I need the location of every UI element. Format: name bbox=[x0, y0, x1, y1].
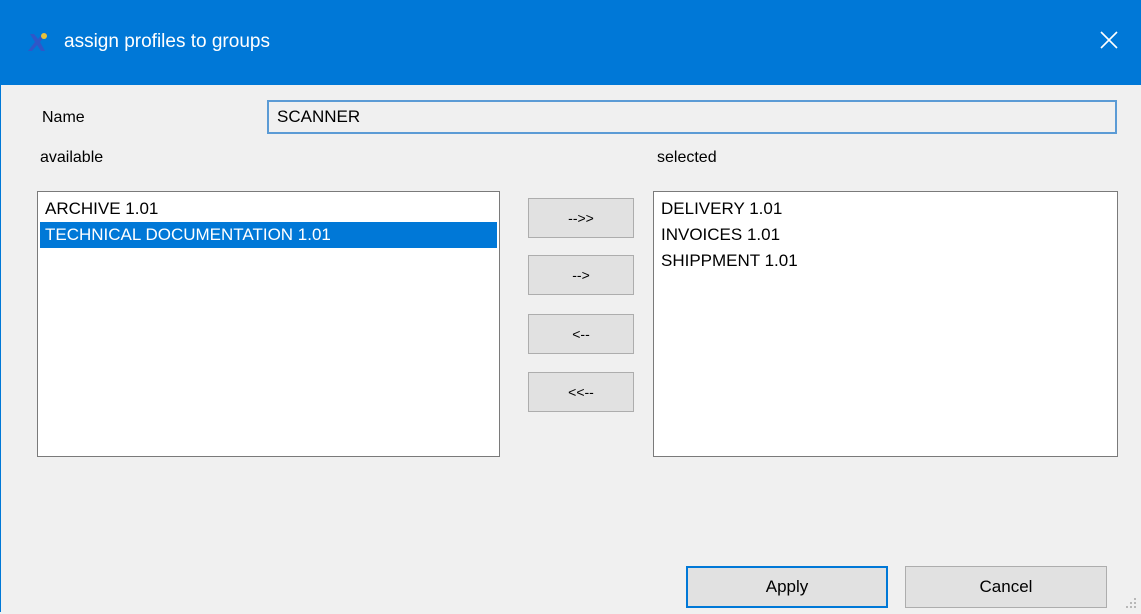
close-button[interactable] bbox=[1087, 20, 1131, 64]
apply-button[interactable]: Apply bbox=[686, 566, 888, 608]
add-button[interactable]: --> bbox=[528, 255, 634, 295]
resize-grip-icon[interactable] bbox=[1125, 596, 1137, 608]
add-all-button[interactable]: -->> bbox=[528, 198, 634, 238]
name-field[interactable] bbox=[267, 100, 1117, 134]
selected-listbox[interactable]: DELIVERY 1.01 INVOICES 1.01 SHIPPMENT 1.01 bbox=[653, 191, 1118, 457]
remove-button[interactable]: <-- bbox=[528, 314, 634, 354]
list-item[interactable]: TECHNICAL DOCUMENTATION 1.01 bbox=[40, 222, 497, 248]
available-listbox[interactable]: ARCHIVE 1.01 TECHNICAL DOCUMENTATION 1.01 bbox=[37, 191, 500, 457]
app-icon bbox=[25, 30, 49, 54]
selected-label: selected bbox=[657, 149, 717, 166]
dialog-window: assign profiles to groups Name available… bbox=[0, 0, 1141, 612]
close-icon bbox=[1099, 30, 1119, 55]
list-item[interactable]: ARCHIVE 1.01 bbox=[40, 196, 497, 222]
available-label: available bbox=[40, 149, 104, 166]
title-bar[interactable]: assign profiles to groups bbox=[1, 0, 1141, 85]
remove-all-button[interactable]: <<-- bbox=[528, 372, 634, 412]
window-title: assign profiles to groups bbox=[64, 31, 270, 52]
cancel-button[interactable]: Cancel bbox=[905, 566, 1107, 608]
list-item[interactable]: INVOICES 1.01 bbox=[656, 222, 1115, 248]
list-item[interactable]: DELIVERY 1.01 bbox=[656, 196, 1115, 222]
list-item[interactable]: SHIPPMENT 1.01 bbox=[656, 248, 1115, 274]
name-label: Name bbox=[42, 109, 85, 126]
